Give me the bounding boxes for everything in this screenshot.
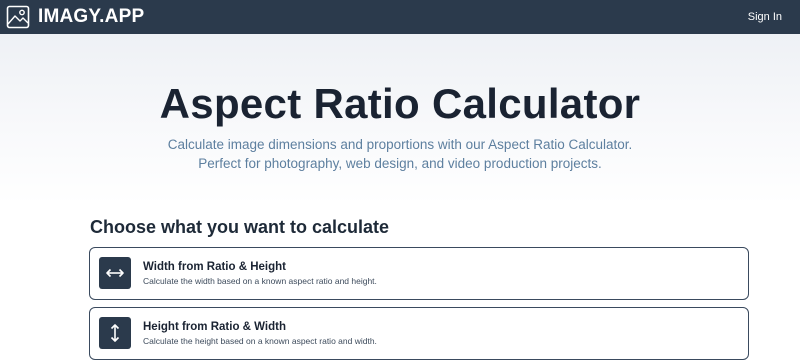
hero-section: Aspect Ratio Calculator Calculate image …	[0, 34, 800, 204]
page-title: Aspect Ratio Calculator	[159, 80, 641, 127]
option-height-from-ratio-width[interactable]: Height from Ratio & Width Calculate the …	[89, 307, 749, 360]
section-heading: Choose what you want to calculate	[90, 217, 390, 237]
hero-subtitle-line-2: Perfect for photography, web design, and…	[198, 156, 602, 171]
hero-subtitle-line-1: Calculate image dimensions and proportio…	[167, 137, 633, 152]
image-icon	[6, 5, 30, 29]
option-description: Calculate the width based on a known asp…	[143, 276, 377, 286]
horizontal-arrows-icon	[99, 257, 131, 289]
brand-name: IMAGY.APP	[38, 6, 145, 27]
option-width-from-ratio-height[interactable]: Width from Ratio & Height Calculate the …	[89, 247, 749, 300]
top-navbar: IMAGY.APP Sign In	[0, 0, 800, 34]
sign-in-link[interactable]: Sign In	[748, 11, 782, 23]
option-title: Height from Ratio & Width	[143, 321, 286, 333]
vertical-arrows-icon	[99, 317, 131, 349]
option-description: Calculate the height based on a known as…	[143, 336, 377, 346]
option-title: Width from Ratio & Height	[143, 261, 286, 273]
brand-link[interactable]: IMAGY.APP	[6, 5, 144, 29]
